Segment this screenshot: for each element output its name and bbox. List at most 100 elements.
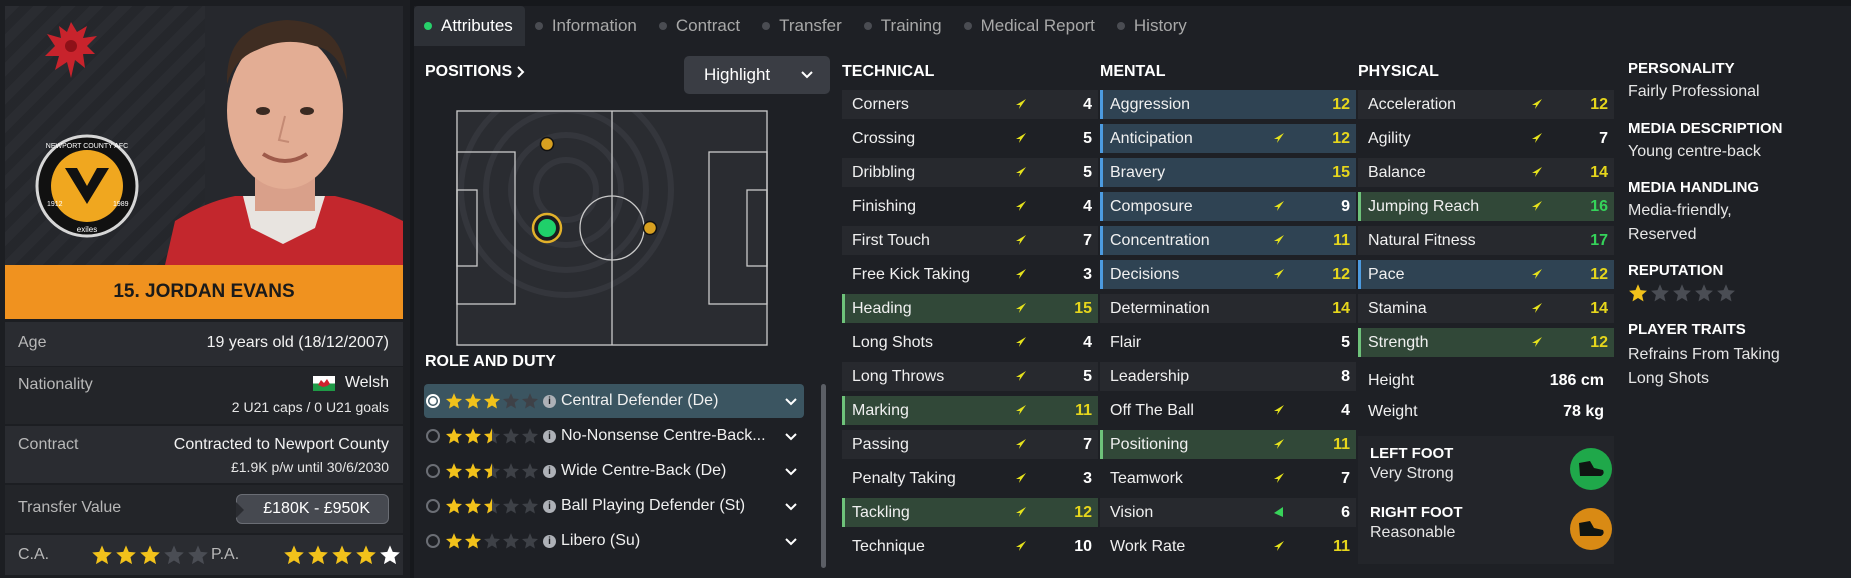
highlight-dropdown[interactable]: Highlight — [684, 56, 830, 94]
attribute-row-technique[interactable]: Technique 10 — [842, 532, 1098, 561]
ca-label: C.A. — [18, 546, 50, 563]
tab-medical-report[interactable]: Medical Report — [954, 6, 1107, 46]
role-row[interactable]: i Libero (Su) — [424, 524, 804, 558]
attribute-name: Decisions — [1110, 265, 1180, 283]
role-duty-dropdown[interactable] — [778, 394, 804, 408]
attribute-row-positioning[interactable]: Positioning 11 — [1100, 430, 1356, 459]
star-icon — [379, 544, 401, 566]
tab-training[interactable]: Training — [854, 6, 954, 46]
role-radio[interactable] — [426, 429, 440, 443]
attribute-row-decisions[interactable]: Decisions 12 — [1100, 260, 1356, 289]
star-icon — [521, 497, 539, 515]
info-icon[interactable]: i — [543, 534, 556, 548]
role-radio[interactable] — [426, 499, 440, 513]
role-list-scrollbar[interactable] — [821, 384, 826, 568]
attribute-row-aggression[interactable]: Aggression 12 — [1100, 90, 1356, 119]
attribute-name: Anticipation — [1110, 129, 1193, 147]
attribute-row-long-shots[interactable]: Long Shots 4 — [842, 328, 1098, 357]
role-duty-dropdown[interactable] — [778, 429, 804, 443]
age-row: Age 19 years old (18/12/2007) — [5, 322, 403, 366]
current-ability-stars — [91, 544, 209, 566]
star-icon — [91, 544, 113, 566]
attribute-row-jumping-reach[interactable]: Jumping Reach 16 — [1358, 192, 1614, 221]
role-radio[interactable] — [426, 464, 440, 478]
role-row[interactable]: i Central Defender (De) — [424, 384, 804, 418]
contract-value[interactable]: Contracted to Newport County — [174, 436, 389, 454]
attribute-row-vision[interactable]: Vision 6 — [1100, 498, 1356, 527]
media-handling-value: Media-friendly, — [1628, 202, 1732, 219]
attribute-row-concentration[interactable]: Concentration 11 — [1100, 226, 1356, 255]
info-icon[interactable]: i — [543, 499, 556, 513]
attribute-row-bravery[interactable]: Bravery 15 — [1100, 158, 1356, 187]
attribute-row-composure[interactable]: Composure 9 — [1100, 192, 1356, 221]
info-icon[interactable]: i — [543, 429, 556, 443]
positions-heading[interactable]: POSITIONS — [425, 63, 525, 81]
role-row[interactable]: i No-Nonsense Centre-Back... — [424, 419, 804, 453]
attribute-row-leadership[interactable]: Leadership 8 — [1100, 362, 1356, 391]
position-dot-secondary[interactable] — [539, 136, 555, 152]
attribute-row-free-kick-taking[interactable]: Free Kick Taking 3 — [842, 260, 1098, 289]
role-duty-dropdown[interactable] — [778, 534, 804, 548]
tab-contract[interactable]: Contract — [649, 6, 752, 46]
attribute-row-work-rate[interactable]: Work Rate 11 — [1100, 532, 1356, 561]
attribute-row-determination[interactable]: Determination 14 — [1100, 294, 1356, 323]
attribute-row-penalty-taking[interactable]: Penalty Taking 3 — [842, 464, 1098, 493]
attribute-row-pace[interactable]: Pace 12 — [1358, 260, 1614, 289]
attribute-row-balance[interactable]: Balance 14 — [1358, 158, 1614, 187]
tab-history[interactable]: History — [1107, 6, 1199, 46]
player-profile-info: PERSONALITY Fairly Professional MEDIA DE… — [1628, 60, 1838, 391]
attribute-value: 12 — [1332, 265, 1350, 283]
role-row[interactable]: i Ball Playing Defender (St) — [424, 489, 804, 523]
role-duty-dropdown[interactable] — [778, 499, 804, 513]
attribute-row-stamina[interactable]: Stamina 14 — [1358, 294, 1614, 323]
attribute-row-natural-fitness[interactable]: Natural Fitness 17 — [1358, 226, 1614, 255]
attribute-value: 10 — [1074, 537, 1092, 555]
attribute-row-agility[interactable]: Agility 7 — [1358, 124, 1614, 153]
attribute-row-finishing[interactable]: Finishing 4 — [842, 192, 1098, 221]
attribute-row-tackling[interactable]: Tackling 12 — [842, 498, 1098, 527]
trend-arrow-icon — [1014, 131, 1028, 145]
info-icon[interactable]: i — [543, 394, 556, 408]
technical-heading: TECHNICAL — [842, 63, 935, 80]
attribute-row-acceleration[interactable]: Acceleration 12 — [1358, 90, 1614, 119]
tab-attributes[interactable]: Attributes — [414, 6, 525, 46]
attribute-row-first-touch[interactable]: First Touch 7 — [842, 226, 1098, 255]
attribute-row-corners[interactable]: Corners 4 — [842, 90, 1098, 119]
player-trait-cont[interactable]: Long Shots — [1628, 367, 1838, 391]
attribute-row-heading[interactable]: Heading 15 — [842, 294, 1098, 323]
tab-transfer[interactable]: Transfer — [752, 6, 854, 46]
star-icon — [445, 427, 463, 445]
player-trait[interactable]: Refrains From Taking — [1628, 343, 1838, 367]
role-radio[interactable] — [426, 534, 440, 548]
trend-arrow-icon — [1014, 301, 1028, 315]
attribute-row-flair[interactable]: Flair 5 — [1100, 328, 1356, 357]
positions-pitch[interactable] — [456, 110, 768, 346]
star-icon — [483, 497, 501, 515]
attribute-name: Jumping Reach — [1368, 197, 1480, 215]
role-radio[interactable] — [426, 394, 440, 408]
attribute-row-teamwork[interactable]: Teamwork 7 — [1100, 464, 1356, 493]
attribute-row-off-the-ball[interactable]: Off The Ball 4 — [1100, 396, 1356, 425]
attribute-row-crossing[interactable]: Crossing 5 — [842, 124, 1098, 153]
attribute-row-dribbling[interactable]: Dribbling 5 — [842, 158, 1098, 187]
attribute-row-long-throws[interactable]: Long Throws 5 — [842, 362, 1098, 391]
star-icon — [502, 497, 520, 515]
attribute-row-anticipation[interactable]: Anticipation 12 — [1100, 124, 1356, 153]
trend-arrow-icon — [1014, 233, 1028, 247]
tab-information[interactable]: Information — [525, 6, 649, 46]
attribute-row-passing[interactable]: Passing 7 — [842, 430, 1098, 459]
role-duty-dropdown[interactable] — [778, 464, 804, 478]
attribute-name: Concentration — [1110, 231, 1210, 249]
height-label: Height — [1368, 372, 1415, 389]
attribute-value: 12 — [1590, 333, 1608, 351]
attribute-row-strength[interactable]: Strength 12 — [1358, 328, 1614, 357]
attribute-row-marking[interactable]: Marking 11 — [842, 396, 1098, 425]
role-row[interactable]: i Wide Centre-Back (De) — [424, 454, 804, 488]
transfer-value-badge[interactable]: £180K - £950K — [236, 494, 389, 524]
position-dot-secondary[interactable] — [642, 220, 658, 236]
star-icon — [187, 544, 209, 566]
trend-arrow-icon — [1272, 437, 1286, 451]
chevron-down-icon — [785, 503, 797, 511]
info-icon[interactable]: i — [543, 464, 556, 478]
wales-flag-icon[interactable] — [312, 375, 335, 391]
